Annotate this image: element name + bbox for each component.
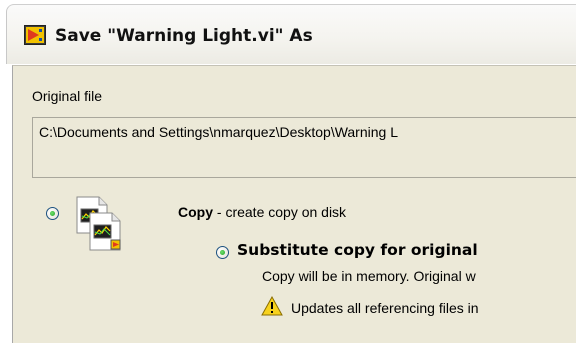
copy-option-title: Copy [178, 204, 213, 220]
original-file-path: C:\Documents and Settings\nmarquez\Deskt… [39, 124, 398, 140]
copy-option-description: - create copy on disk [213, 204, 347, 220]
copy-files-icon [76, 196, 121, 251]
original-file-path-box: C:\Documents and Settings\nmarquez\Deskt… [32, 117, 576, 178]
copy-option-label: Copy - create copy on disk [178, 204, 346, 220]
labview-vi-icon [24, 25, 46, 45]
warning-triangle-icon [261, 296, 283, 316]
warning-text: Updates all referencing files in [291, 300, 479, 316]
substitute-description: Copy will be in memory. Original w [262, 268, 476, 284]
dialog-title: Save "Warning Light.vi" As [55, 26, 313, 46]
title-bar[interactable]: Save "Warning Light.vi" As [6, 4, 576, 64]
save-as-dialog: Save "Warning Light.vi" As Original file… [0, 0, 576, 343]
copy-radio[interactable] [46, 207, 59, 220]
substitute-option-label: Substitute copy for original [237, 241, 478, 259]
dialog-body: Original file C:\Documents and Settings\… [12, 65, 576, 343]
substitute-radio[interactable] [216, 246, 229, 259]
original-file-label: Original file [32, 88, 103, 104]
